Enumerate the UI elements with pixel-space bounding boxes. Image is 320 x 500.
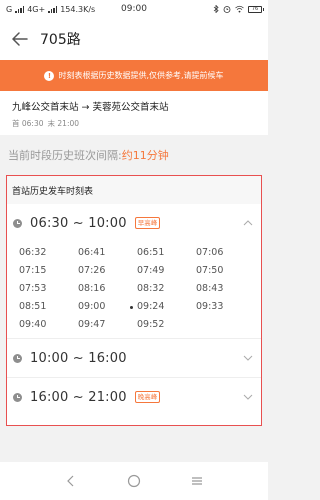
first-label: 首 <box>12 119 20 128</box>
departure-times-grid: 06:32 06:41 06:51 07:06 07:15 07:26 07:49 07:50… <box>7 242 261 338</box>
period-row-evening[interactable]: 16:00 ~ 21:00 晚高峰 <box>7 378 261 416</box>
system-nav-bar <box>0 462 268 500</box>
departure-time: 09:40 <box>19 319 47 330</box>
nav-recent-button[interactable] <box>183 467 211 495</box>
departure-time: 07:53 <box>19 283 47 294</box>
departure-time: 07:49 <box>137 265 165 276</box>
nav-back-button[interactable] <box>57 467 85 495</box>
period-range: 10:00 ~ 16:00 <box>30 350 127 366</box>
bottom-spacer <box>0 426 268 462</box>
chevron-up-icon[interactable] <box>243 219 253 227</box>
info-icon: ! <box>44 70 55 81</box>
interval-label: 当前时段历史班次间隔: <box>8 149 122 162</box>
current-time-marker <box>130 305 133 309</box>
period-range: 06:30 ~ 10:00 <box>30 215 127 231</box>
signal-icon <box>15 5 25 13</box>
timetable-title: 首站历史发车时刻表 <box>7 176 261 204</box>
period-row-morning[interactable]: 06:30 ~ 10:00 早高峰 <box>7 204 261 242</box>
period-range: 16:00 ~ 21:00 <box>30 389 127 405</box>
carrier-label: G <box>6 4 13 14</box>
route-to: 芙蓉苑公交首末站 <box>92 102 169 113</box>
departure-time: 09:33 <box>196 301 224 312</box>
last-time: 21:00 <box>57 119 80 128</box>
departure-time: 08:43 <box>196 283 224 294</box>
nav-recent-icon <box>191 477 202 485</box>
clock-icon <box>13 218 22 228</box>
timetable-panel: 首站历史发车时刻表 06:30 ~ 10:00 早高峰 06:32 06:41 06… <box>6 175 262 426</box>
departure-time: 07:06 <box>196 247 224 258</box>
wifi-icon <box>235 5 244 13</box>
peak-tag: 晚高峰 <box>134 391 161 403</box>
departure-time: 08:51 <box>19 301 47 312</box>
bluetooth-icon <box>213 5 219 13</box>
alarm-icon <box>223 6 231 13</box>
network-label: 4G+ <box>27 4 46 14</box>
first-time: 06:30 <box>21 119 44 128</box>
interval-info: 当前时段历史班次间隔: 约11分钟 <box>0 135 268 175</box>
departure-time: 08:32 <box>137 283 165 294</box>
nav-home-button[interactable] <box>120 467 148 495</box>
departure-time: 06:41 <box>78 247 106 258</box>
status-bar: G 4G+ 154.3K/s 09:00 76 <box>0 0 268 18</box>
last-label: 末 <box>47 119 56 128</box>
departure-time: 06:51 <box>137 247 165 258</box>
app-header: 705路 <box>0 18 268 60</box>
departure-time: 07:26 <box>78 265 106 276</box>
nav-home-icon <box>127 474 141 488</box>
arrow-left-icon <box>12 32 28 46</box>
notice-banner: ! 时刻表根据历史数据提供,仅供参考,请提前候车 <box>0 60 268 91</box>
route-name: 九峰公交首末站 → 芙蓉苑公交首末站 <box>12 99 256 113</box>
peak-tag: 早高峰 <box>134 217 161 229</box>
signal-icon-2 <box>48 5 58 13</box>
departure-time: 07:15 <box>19 265 47 276</box>
nav-back-icon <box>67 475 74 487</box>
period-row-midday[interactable]: 10:00 ~ 16:00 <box>7 339 261 377</box>
route-info: 九峰公交首末站 → 芙蓉苑公交首末站 首 06:30 末 21:00 <box>0 91 268 135</box>
clock-icon <box>13 353 22 363</box>
back-button[interactable] <box>0 18 40 60</box>
departure-time: 09:24 <box>130 298 196 316</box>
chevron-down-icon[interactable] <box>243 393 253 401</box>
battery-icon: 76 <box>248 5 264 13</box>
departure-time: 09:52 <box>137 319 165 330</box>
net-speed: 154.3K/s <box>60 4 96 14</box>
departure-time: 07:50 <box>196 265 224 276</box>
page-title: 705路 <box>40 32 81 48</box>
departure-time: 08:16 <box>78 283 106 294</box>
interval-value: 约11分钟 <box>121 149 169 162</box>
route-arrow: → <box>81 102 90 113</box>
chevron-down-icon[interactable] <box>243 354 253 362</box>
departure-time: 09:47 <box>78 319 106 330</box>
departure-time: 09:00 <box>78 301 106 312</box>
departure-time: 06:32 <box>19 247 47 258</box>
notice-text: 时刻表根据历史数据提供,仅供参考,请提前候车 <box>58 71 224 80</box>
clock-icon <box>13 392 22 402</box>
route-service-times: 首 06:30 末 21:00 <box>12 118 256 129</box>
route-from: 九峰公交首末站 <box>12 102 79 113</box>
